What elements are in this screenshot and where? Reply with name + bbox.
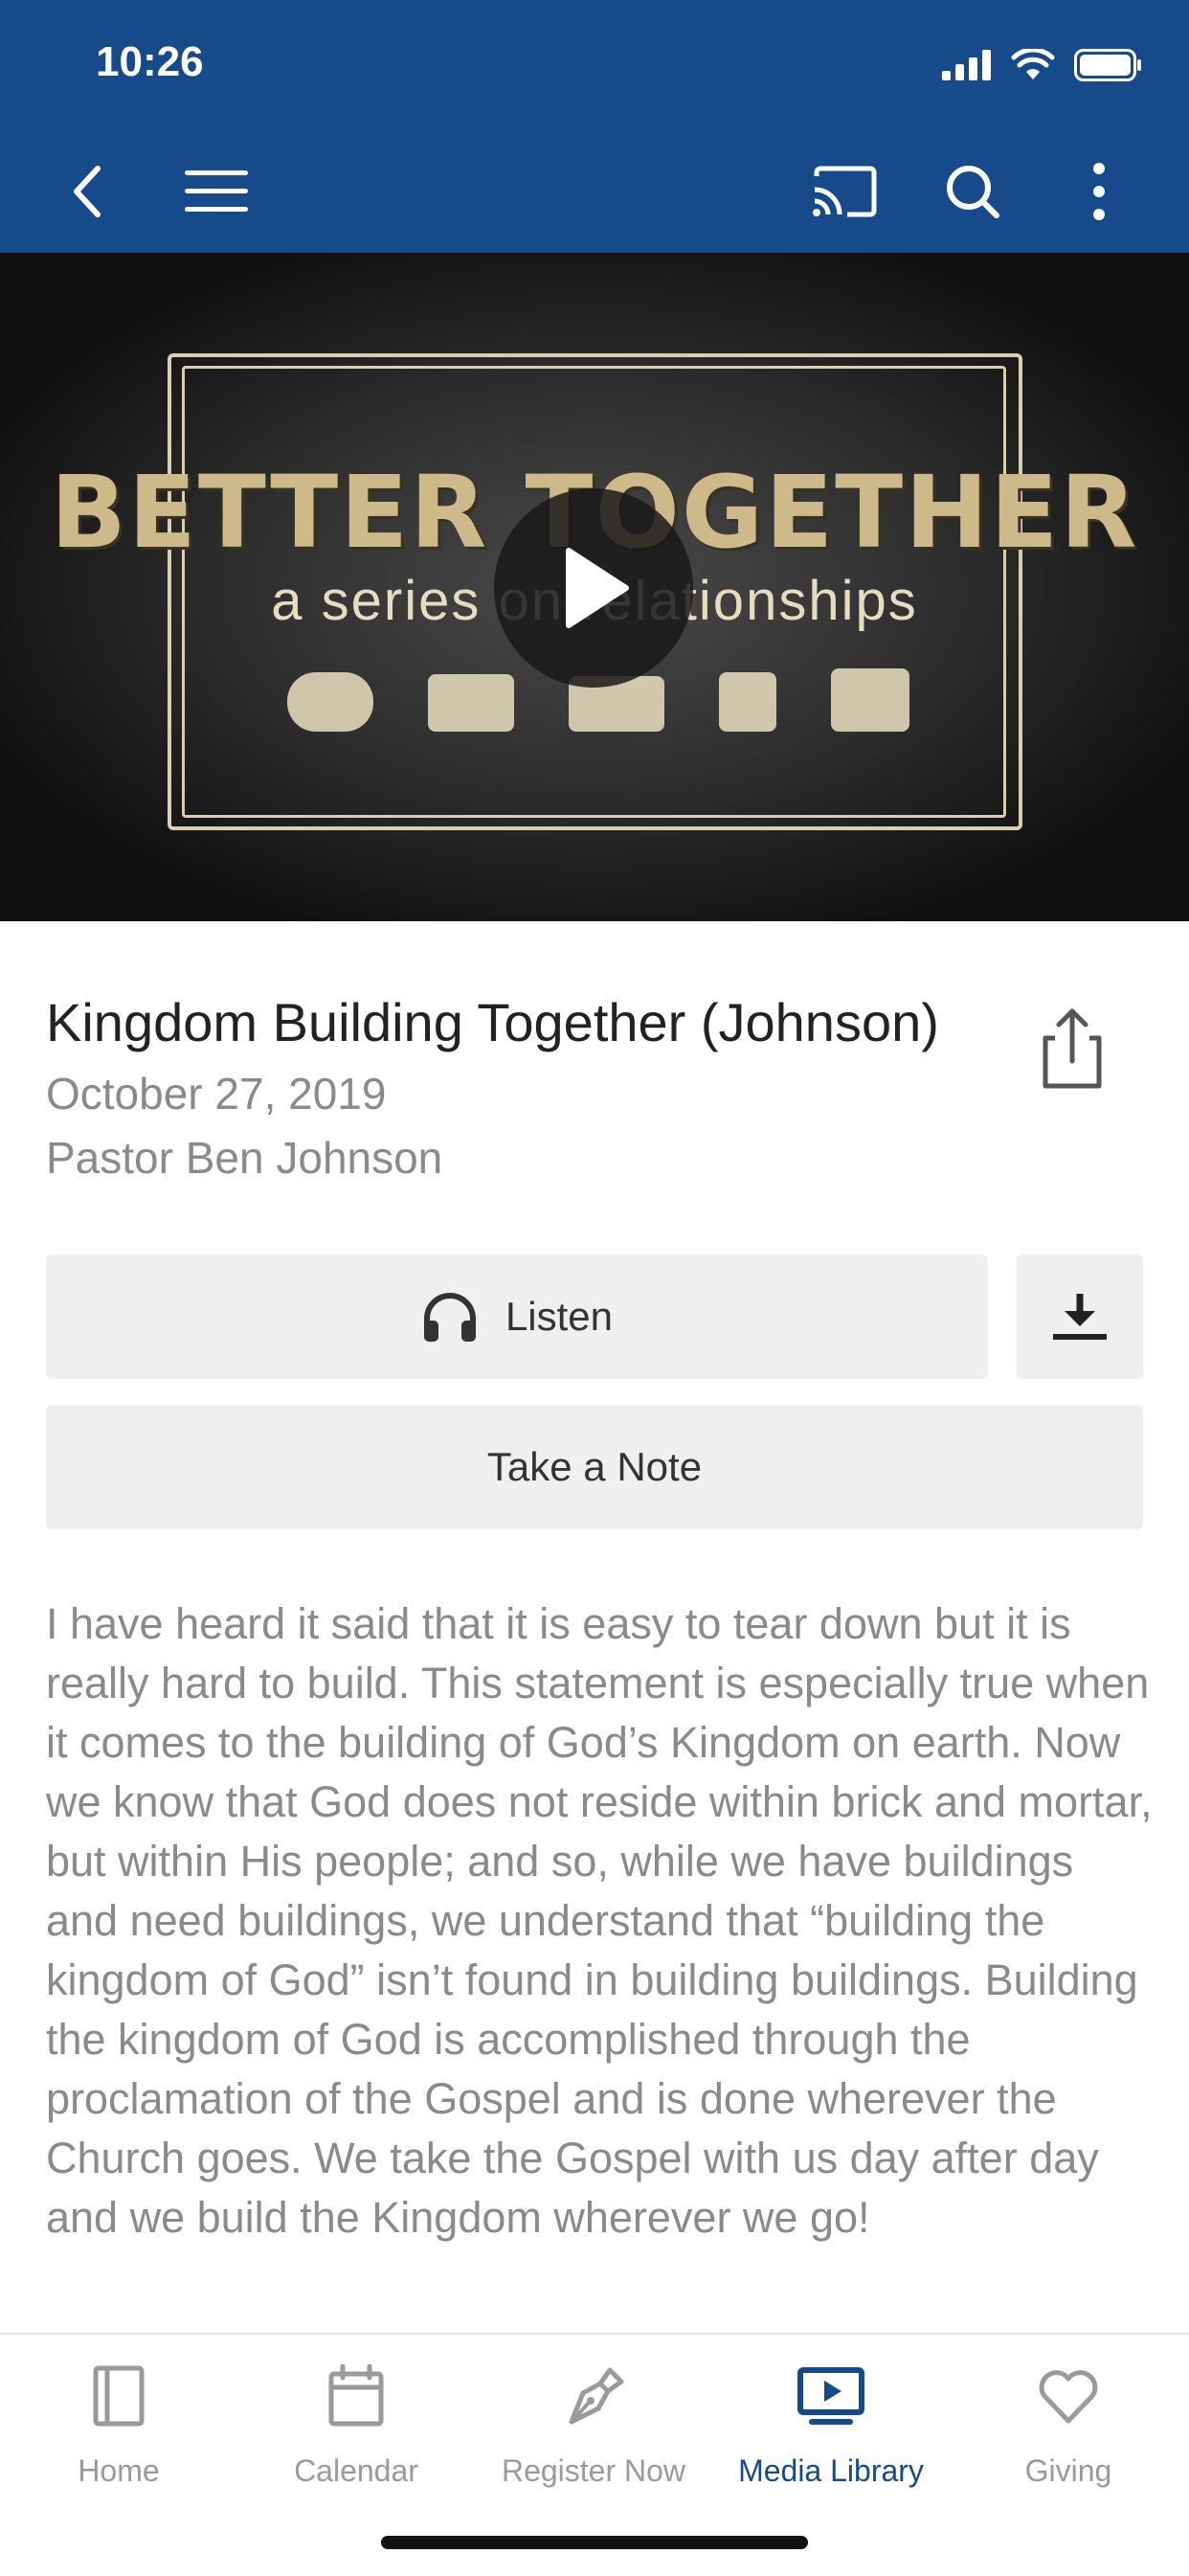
tab-media-library[interactable]: Media Library: [712, 2358, 950, 2501]
listen-button[interactable]: Listen: [46, 1254, 988, 1379]
share-button[interactable]: [1034, 1006, 1110, 1090]
top-bar: 10:26: [0, 0, 1189, 253]
status-time: 10:26: [96, 38, 204, 85]
back-button[interactable]: [50, 153, 126, 230]
tab-giving[interactable]: Giving: [950, 2358, 1187, 2501]
tab-label: Home: [78, 2453, 160, 2488]
cast-icon: [813, 166, 877, 217]
battery-icon: [1074, 49, 1141, 81]
cast-button[interactable]: [806, 153, 883, 230]
tab-register-now[interactable]: Register Now: [475, 2358, 712, 2501]
tab-label: Media Library: [738, 2453, 924, 2488]
download-icon: [1053, 1294, 1107, 1340]
heart-icon: [1039, 2370, 1098, 2424]
search-icon: [947, 166, 999, 218]
tab-calendar[interactable]: Calendar: [237, 2358, 475, 2501]
tab-label: Giving: [1024, 2453, 1112, 2488]
navigation-bar: [0, 144, 1189, 236]
media-icon: [797, 2367, 864, 2425]
chevron-left-icon: [74, 166, 101, 217]
play-icon: [566, 548, 629, 628]
download-button[interactable]: [1017, 1254, 1143, 1379]
home-indicator: [381, 2536, 808, 2549]
more-vertical-icon: [1093, 163, 1105, 220]
play-button[interactable]: [494, 488, 693, 688]
sermon-date: October 27, 2019: [46, 1069, 387, 1119]
signal-icon: [942, 50, 991, 80]
more-options-button[interactable]: [1061, 153, 1137, 230]
tab-label: Register Now: [501, 2453, 686, 2488]
hamburger-icon: [185, 170, 248, 212]
headphones-icon: [423, 1293, 476, 1342]
pen-icon: [569, 2367, 624, 2425]
tab-label: Calendar: [294, 2453, 418, 2488]
share-icon: [1043, 1008, 1102, 1089]
tab-home[interactable]: Home: [0, 2358, 237, 2501]
sermon-title: Kingdom Building Together (Johnson): [46, 992, 939, 1052]
search-button[interactable]: [934, 153, 1011, 230]
menu-button[interactable]: [178, 153, 255, 230]
video-player[interactable]: BETTER TOGETHER a series on relationship…: [0, 253, 1189, 921]
home-icon: [93, 2365, 145, 2427]
calendar-icon: [328, 2364, 384, 2427]
take-a-note-button[interactable]: Take a Note: [46, 1405, 1143, 1529]
listen-label: Listen: [505, 1294, 614, 1339]
sermon-description: I have heard it said that it is easy to …: [46, 1599, 1153, 2242]
sermon-speaker: Pastor Ben Johnson: [46, 1133, 443, 1183]
status-icons: [942, 46, 1143, 84]
wifi-icon: [1011, 49, 1055, 79]
